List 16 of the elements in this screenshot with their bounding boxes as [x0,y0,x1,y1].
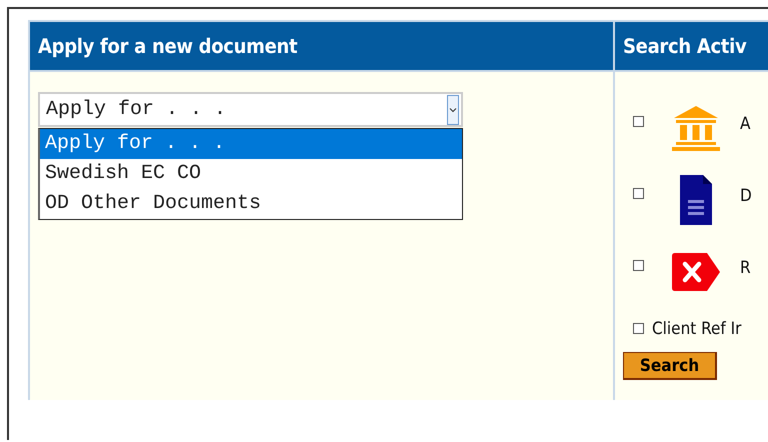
filter-label: D [740,186,752,206]
checkbox[interactable] [633,188,644,198]
filter-label: Client Ref Ir [652,319,742,339]
checkbox[interactable] [633,116,644,126]
checkbox[interactable] [633,260,644,270]
search-button[interactable]: Search [623,352,717,380]
dropdown-field[interactable]: Apply for . . . [38,92,463,127]
panel-title: Apply for a new document [38,34,298,58]
filter-label: R [740,258,751,278]
dropdown-option[interactable]: Swedish EC CO [40,159,462,189]
dropdown-option[interactable]: Apply for . . . [40,129,462,159]
checkbox[interactable] [633,322,644,334]
dropdown-option[interactable]: OD Other Documents [40,189,462,219]
filter-label: A [740,114,750,134]
caret-icon [447,94,459,124]
panel-title: Search Activ [623,34,746,58]
